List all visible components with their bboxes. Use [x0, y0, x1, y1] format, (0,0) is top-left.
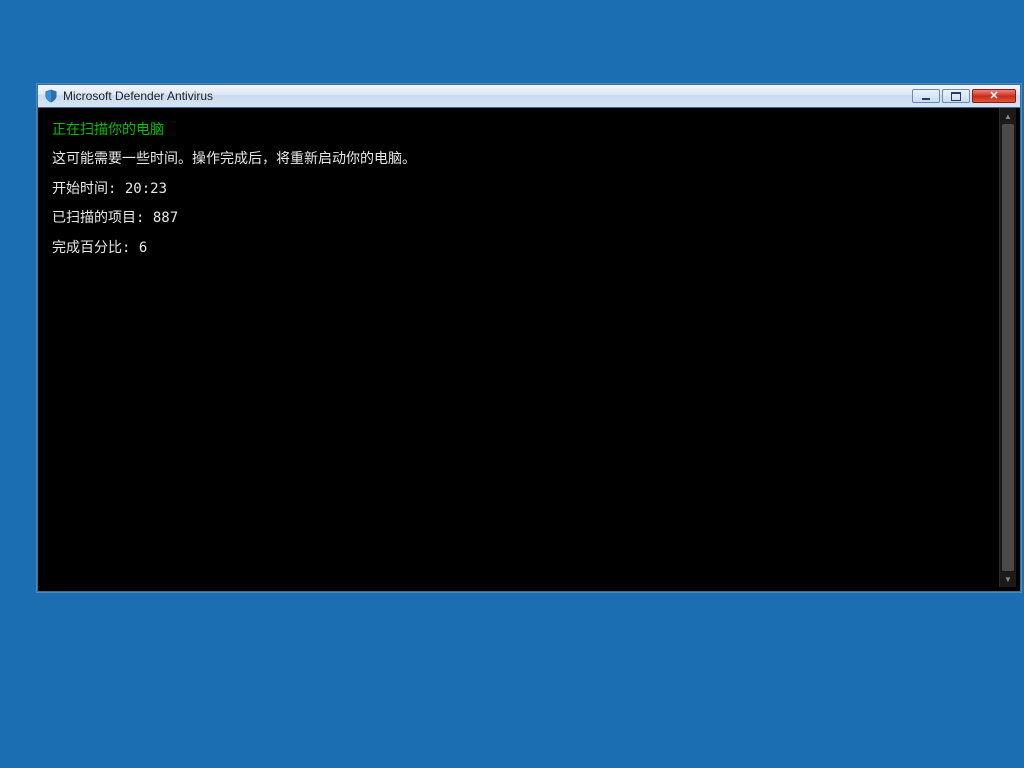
scanned-label: 已扫描的项目:: [52, 210, 144, 226]
percent-value: 6: [139, 240, 147, 256]
percent-label: 完成百分比:: [52, 240, 130, 256]
app-window: Microsoft Defender Antivirus ✕ 正在扫描你的电脑 …: [37, 84, 1021, 592]
minimize-button[interactable]: [912, 89, 940, 103]
shield-icon: [44, 89, 58, 103]
scroll-thumb[interactable]: [1002, 124, 1014, 571]
console-output: 正在扫描你的电脑 这可能需要一些时间。操作完成后，将重新启动你的电脑。 开始时间…: [42, 108, 999, 587]
start-time-label: 开始时间:: [52, 181, 116, 197]
client-area: 正在扫描你的电脑 这可能需要一些时间。操作完成后，将重新启动你的电脑。 开始时间…: [42, 108, 1016, 587]
window-title: Microsoft Defender Antivirus: [63, 89, 912, 103]
scan-message: 这可能需要一些时间。操作完成后，将重新启动你的电脑。: [52, 151, 416, 167]
scroll-down-arrow-icon[interactable]: ▼: [1000, 571, 1016, 587]
close-button[interactable]: ✕: [972, 89, 1016, 103]
scroll-up-arrow-icon[interactable]: ▲: [1000, 108, 1016, 124]
titlebar[interactable]: Microsoft Defender Antivirus ✕: [38, 85, 1020, 108]
scan-heading: 正在扫描你的电脑: [52, 122, 164, 138]
window-controls: ✕: [912, 89, 1016, 103]
scanned-value: 887: [153, 210, 178, 226]
maximize-button[interactable]: [942, 89, 970, 103]
scroll-track[interactable]: [1000, 124, 1016, 571]
vertical-scrollbar[interactable]: ▲ ▼: [999, 108, 1016, 587]
start-time-value: 20:23: [125, 181, 167, 197]
